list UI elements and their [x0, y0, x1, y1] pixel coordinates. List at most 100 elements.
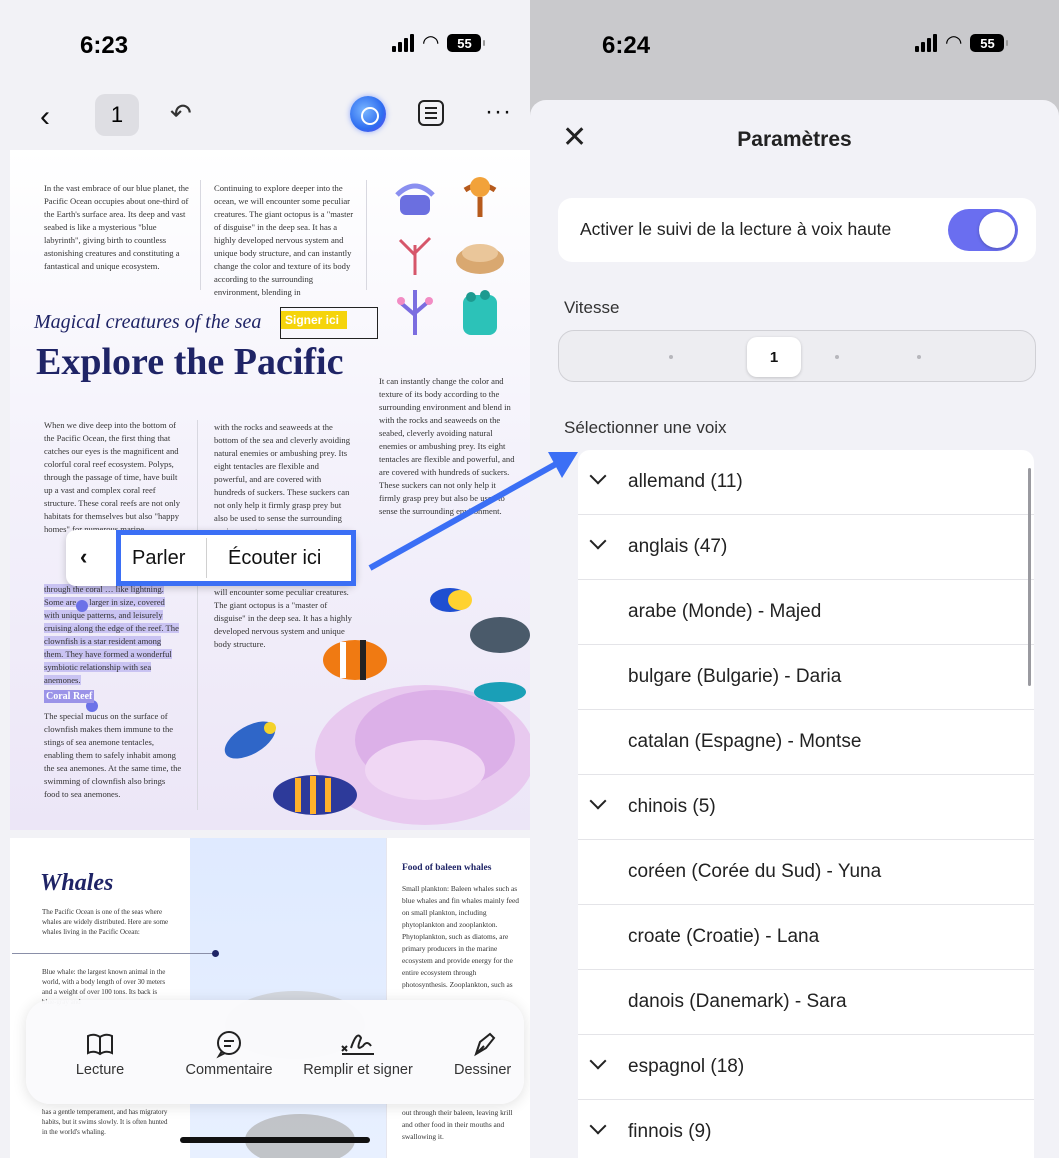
text-col3-mid: It can instantly change the color and te… — [379, 376, 515, 516]
coral-red — [398, 236, 432, 275]
voice-bulgare[interactable]: bulgare (Bulgarie) - Daria — [578, 645, 1034, 710]
pdf-toolbar: ‹ 1 ↶ ··· — [0, 90, 530, 144]
text-col1-bottom: The special mucus on the surface of clow… — [44, 711, 182, 799]
fish-grey — [470, 617, 530, 653]
signal-icon — [392, 34, 414, 52]
coral-reef-heading: Coral Reef — [44, 690, 95, 703]
column-divider — [200, 180, 201, 290]
fish-striped — [273, 775, 357, 815]
scrollbar[interactable] — [1028, 468, 1031, 686]
tool-draw[interactable]: Dessiner — [446, 1000, 524, 1104]
column-divider — [366, 180, 367, 290]
status-time: 6:24 — [602, 32, 651, 59]
chevron-down-icon — [589, 792, 607, 810]
speech-context-menu: ‹ Parler Écouter ici — [66, 530, 356, 586]
sign-here-tag: Signer ici — [281, 311, 348, 329]
speed-step-dot — [917, 355, 921, 359]
outline-icon[interactable] — [418, 100, 444, 126]
voice-label: finnois (9) — [628, 1121, 712, 1142]
page-number-button[interactable]: 1 — [95, 94, 139, 136]
tool-comment[interactable]: Commentaire — [174, 1000, 284, 1104]
fish-teal — [474, 682, 526, 702]
text-col2-mid: with the rocks and seaweeds at the botto… — [214, 422, 351, 536]
tool-fill-sign[interactable]: Remplir et signer — [294, 1000, 422, 1104]
read-aloud-tracking-toggle[interactable] — [948, 209, 1018, 251]
sheet-title: Paramètres — [737, 128, 852, 151]
voice-group-anglais[interactable]: anglais (47) — [578, 515, 1034, 580]
voice-label: catalan (Espagne) - Montse — [628, 731, 862, 752]
book-icon — [87, 1033, 113, 1056]
tool-reading-label: Lecture — [75, 1062, 125, 1078]
voice-label: croate (Croatie) - Lana — [628, 926, 820, 947]
coral-teal — [463, 290, 497, 335]
sign-here-field[interactable]: Signer ici — [280, 307, 378, 339]
more-icon[interactable]: ··· — [485, 98, 512, 126]
coral-beige — [456, 244, 504, 274]
whale-pointer-line — [12, 953, 216, 954]
speed-label: Vitesse — [564, 298, 620, 317]
doc-subtitle: Magical creatures of the sea — [34, 311, 262, 333]
menu-separator — [206, 538, 207, 578]
fish-yellow-blue — [430, 588, 472, 612]
signal-icon — [915, 34, 937, 52]
selected-text[interactable]: through the coral … like lightning. Some… — [44, 583, 180, 687]
food-bottom-text: out through their baleen, leaving krill … — [402, 1108, 513, 1141]
voice-label: coréen (Corée du Sud) - Yuna — [628, 861, 882, 882]
fish-blue-yellow — [224, 721, 276, 759]
voice-arabe[interactable]: arabe (Monde) - Majed — [578, 580, 1034, 645]
voice-group-espagnol[interactable]: espagnol (18) — [578, 1035, 1034, 1100]
status-bar: 6:24 ◠ 55 — [530, 0, 1059, 90]
voice-group-finnois[interactable]: finnois (9) — [578, 1100, 1034, 1158]
status-bar: 6:23 ◠ 55 — [0, 0, 530, 90]
voice-croate[interactable]: croate (Croatie) - Lana — [578, 905, 1034, 970]
voice-label: danois (Danemark) - Sara — [628, 991, 847, 1012]
back-icon[interactable]: ‹ — [40, 100, 50, 134]
read-aloud-tracking-label: Activer le suivi de la lecture à voix ha… — [580, 219, 892, 239]
voice-catalan[interactable]: catalan (Espagne) - Montse — [578, 710, 1034, 775]
listen-here-button[interactable]: Écouter ici — [228, 547, 321, 570]
chevron-down-icon — [589, 467, 607, 485]
ai-assistant-icon[interactable] — [350, 96, 386, 132]
voice-danois[interactable]: danois (Danemark) - Sara — [578, 970, 1034, 1035]
food-text: Small plankton: Baleen whales such as bl… — [402, 884, 519, 989]
text-col2-top: Continuing to explore deeper into the oc… — [214, 183, 354, 297]
bottom-toolbar: Lecture Commentaire Remplir et signer De… — [26, 1000, 524, 1104]
undo-icon[interactable]: ↶ — [170, 98, 192, 129]
text-col1-mid: When we dive deep into the bottom of the… — [44, 420, 181, 534]
tool-fill-sign-label: Remplir et signer — [303, 1062, 413, 1078]
battery-icon: 55 — [970, 34, 1009, 52]
doc-title: Explore the Pacific — [36, 341, 344, 383]
menu-back-icon[interactable]: ‹ — [80, 544, 87, 570]
chevron-down-icon — [589, 1117, 607, 1135]
status-time: 6:23 — [80, 32, 129, 59]
coral-orange — [463, 177, 497, 217]
chevron-down-icon — [589, 1052, 607, 1070]
whales-intro: The Pacific Ocean is one of the seas whe… — [42, 908, 169, 936]
speed-slider[interactable]: 1 — [558, 330, 1036, 382]
tool-reading[interactable]: Lecture — [26, 1000, 174, 1104]
speak-button[interactable]: Parler — [132, 547, 185, 570]
voice-label: bulgare (Bulgarie) - Daria — [628, 666, 842, 687]
selection-start-handle[interactable] — [76, 600, 88, 612]
coral-pink-blue — [397, 290, 433, 335]
whales-heading: Whales — [40, 870, 114, 896]
voice-label: allemand (11) — [628, 471, 743, 492]
voice-label: arabe (Monde) - Majed — [628, 601, 822, 622]
left-screen: 6:23 ◠ 55 ‹ 1 ↶ ··· In the vast embrace … — [0, 0, 530, 1158]
column-divider — [197, 420, 198, 810]
settings-sheet: ✕ Paramètres Activer le suivi de la lect… — [530, 100, 1059, 1158]
status-icons: ◠ 55 — [915, 33, 1009, 53]
text-col1-top: In the vast embrace of our blue planet, … — [44, 183, 189, 271]
home-indicator — [180, 1137, 370, 1143]
coral-purple — [395, 183, 435, 215]
fish-orange — [323, 640, 387, 680]
voice-group-chinois[interactable]: chinois (5) — [578, 775, 1034, 840]
status-icons: ◠ 55 — [392, 32, 486, 54]
voice-group-allemand[interactable]: allemand (11) — [578, 450, 1034, 515]
chevron-down-icon — [589, 532, 607, 550]
food-heading: Food of baleen whales — [402, 863, 492, 873]
whale-bottom-text: has a gentle temperament, and has migrat… — [42, 1108, 168, 1136]
speed-slider-thumb[interactable]: 1 — [747, 337, 801, 377]
wifi-icon: ◠ — [422, 32, 440, 54]
voice-coreen[interactable]: coréen (Corée du Sud) - Yuna — [578, 840, 1034, 905]
